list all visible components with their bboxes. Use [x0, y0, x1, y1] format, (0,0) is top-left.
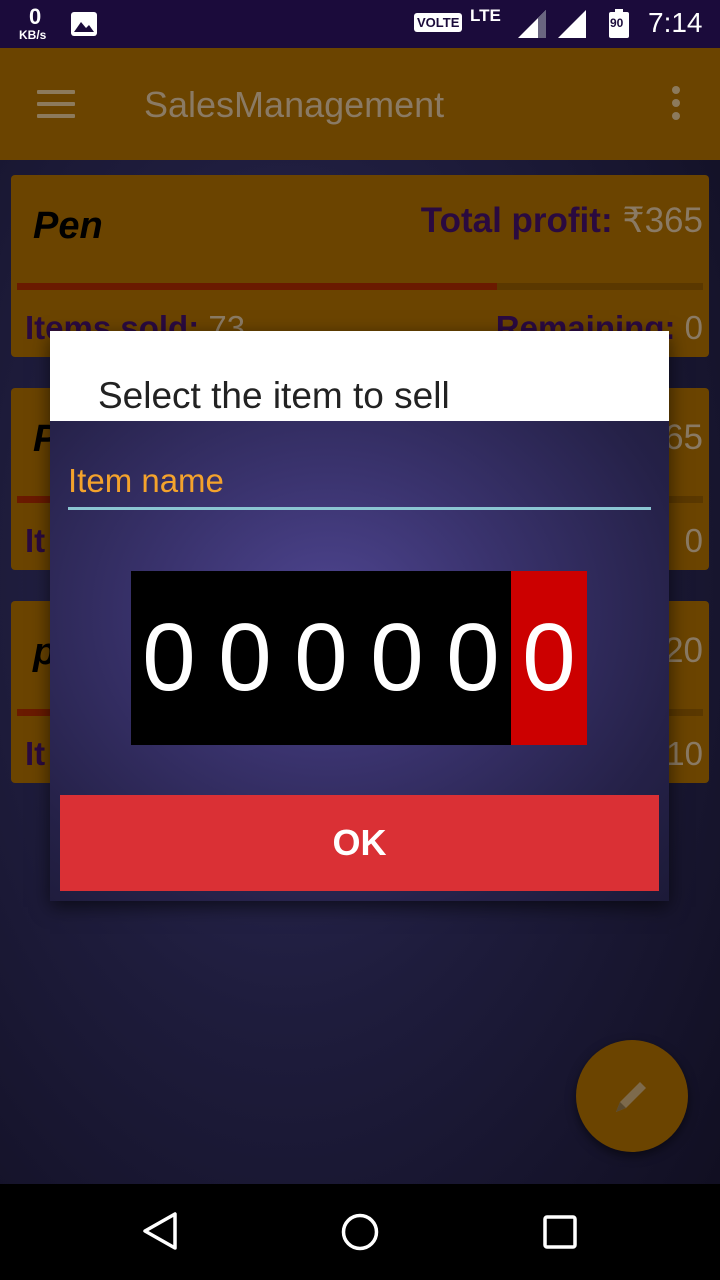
items-sold: It [25, 735, 45, 773]
dialog-body: 000000 OK [50, 421, 669, 901]
remaining: 10 [666, 735, 703, 773]
quantity-digit[interactable]: 0 [131, 571, 207, 745]
quantity-digit[interactable]: 0 [435, 571, 511, 745]
total-profit-value: ₹365 [622, 201, 703, 240]
app-title: SalesManagement [144, 84, 445, 125]
remaining-value: 0 [684, 522, 703, 559]
quantity-digit-picker: 000000 [131, 571, 587, 745]
remaining-value: 10 [666, 735, 703, 772]
item-card[interactable]: Pen Total profit: ₹365 Items sold: 73 Re… [11, 175, 709, 357]
network-type: LTE [470, 6, 501, 25]
hamburger-menu-icon[interactable] [37, 90, 75, 118]
item-name-input[interactable] [68, 455, 651, 510]
total-profit-value: 20 [664, 631, 703, 670]
signal-strength-icon [518, 10, 546, 38]
recent-apps-icon[interactable] [543, 1215, 577, 1249]
clock: 7:14 [648, 7, 703, 38]
net-speed-value: 0 [29, 4, 42, 29]
total-profit-value: 65 [664, 418, 703, 457]
quantity-digit[interactable]: 0 [359, 571, 435, 745]
item-name: Pen [33, 205, 103, 247]
quantity-digit[interactable]: 0 [283, 571, 359, 745]
sales-progress-bar [17, 283, 703, 290]
remaining-value: 0 [684, 309, 703, 346]
volte-badge: VOLTE [414, 13, 463, 32]
image-notification-icon [71, 12, 97, 36]
pencil-icon [616, 1082, 646, 1112]
total-profit: Total profit: ₹365 [421, 201, 703, 241]
items-sold-label: It [25, 522, 46, 559]
items-sold: It [25, 522, 45, 560]
ok-button[interactable]: OK [60, 795, 659, 891]
overflow-menu-icon[interactable] [670, 86, 682, 122]
remaining: 0 [685, 522, 703, 560]
sell-item-dialog: Select the item to sell 000000 OK [50, 331, 669, 901]
home-icon[interactable] [340, 1212, 380, 1252]
status-bar: 0 KB/s VOLTE LTE 90 7:14 [0, 0, 720, 48]
quantity-digit[interactable]: 0 [207, 571, 283, 745]
items-sold-label: It [25, 735, 46, 772]
total-profit-label: Total profit: [420, 201, 623, 240]
dialog-header: Select the item to sell [50, 331, 669, 421]
net-speed-unit: KB/s [19, 28, 47, 42]
signal-strength-icon [558, 10, 586, 38]
edit-fab-button[interactable] [576, 1040, 688, 1152]
back-icon[interactable] [142, 1211, 178, 1251]
sales-progress-fill [17, 283, 498, 290]
total-profit: 20 [664, 631, 703, 671]
dialog-title: Select the item to sell [98, 375, 450, 416]
total-profit: 65 [664, 418, 703, 458]
quantity-digit[interactable]: 0 [511, 571, 587, 745]
battery-level: 90 [610, 16, 624, 30]
